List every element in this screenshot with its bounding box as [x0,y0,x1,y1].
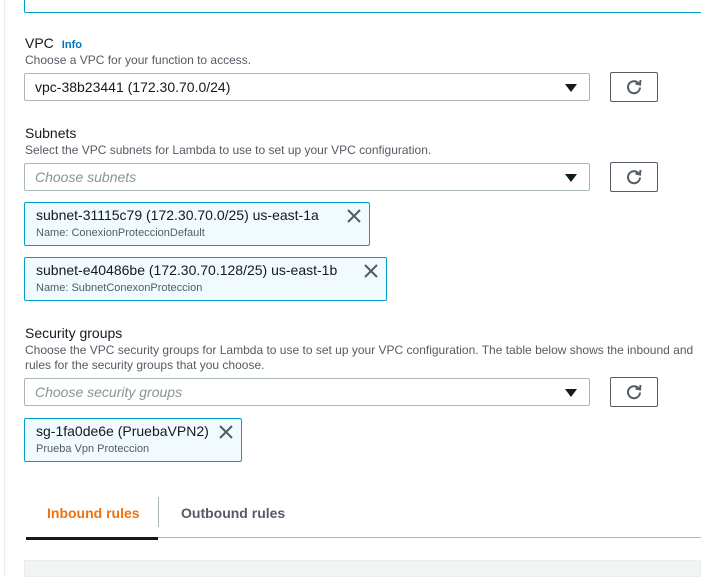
rules-table-header [24,560,701,577]
vpc-description: Choose a VPC for your function to access… [25,53,252,67]
security-groups-description-line2: rules for the security groups that you c… [25,358,265,372]
close-icon[interactable] [364,264,378,278]
vpc-field-label: VPC Info [25,35,82,51]
caret-down-icon [565,84,577,92]
refresh-icon [627,384,642,400]
subnet-token-name: Name: ConexionProteccionDefault [36,227,205,239]
vpc-label: VPC [25,35,54,51]
active-tab-underline [26,537,158,540]
vpc-select[interactable]: vpc-38b23441 (172.30.70.0/24) [24,73,590,101]
refresh-icon [627,169,642,185]
security-groups-select[interactable]: Choose security groups [24,378,590,406]
security-group-token-title: sg-1fa0de6e (PruebaVPN2) [36,423,209,439]
subnet-token-name: Name: SubnetConexonProteccion [36,282,203,294]
refresh-icon [627,79,642,95]
subnets-refresh-button[interactable] [610,162,658,192]
subnet-token: subnet-e40486be (172.30.70.128/25) us-ea… [24,257,387,301]
tab-outbound-rules[interactable]: Outbound rules [181,505,285,521]
subnets-label: Subnets [25,125,77,141]
security-groups-refresh-button[interactable] [610,377,658,407]
close-icon[interactable] [219,425,233,439]
security-groups-description-line1: Choose the VPC security groups for Lambd… [25,343,694,357]
previous-field-box [24,0,701,13]
left-edge-divider [4,0,5,577]
subnets-description: Select the VPC subnets for Lambda to use… [25,143,432,157]
vpc-refresh-button[interactable] [610,72,658,102]
security-groups-label: Security groups [25,325,123,341]
subnet-token-title: subnet-e40486be (172.30.70.128/25) us-ea… [36,262,338,278]
subnets-select[interactable]: Choose subnets [24,163,590,191]
subnet-token-title: subnet-31115c79 (172.30.70.0/25) us-east… [36,207,319,223]
security-group-token-description: Prueba Vpn Proteccion [36,443,150,455]
tab-inbound-rules[interactable]: Inbound rules [47,505,140,521]
subnets-placeholder: Choose subnets [35,169,137,185]
vpc-info-link[interactable]: Info [62,39,82,51]
tab-divider [158,497,159,527]
caret-down-icon [565,174,577,182]
subnet-token: subnet-31115c79 (172.30.70.0/25) us-east… [24,202,370,246]
vpc-selected-value: vpc-38b23441 (172.30.70.0/24) [35,79,231,95]
security-group-token: sg-1fa0de6e (PruebaVPN2) Prueba Vpn Prot… [24,418,242,462]
security-groups-placeholder: Choose security groups [35,384,183,400]
close-icon[interactable] [347,209,361,223]
caret-down-icon [565,389,577,397]
